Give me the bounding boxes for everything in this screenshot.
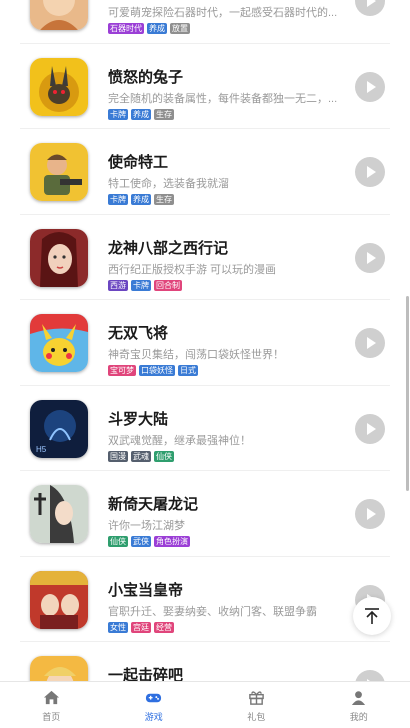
game-tag: 口袋妖怪 [139, 365, 175, 376]
game-tag: 角色扮演 [154, 536, 190, 547]
tab-label: 首页 [42, 712, 61, 722]
game-title: 小宝当皇帝 [108, 581, 184, 599]
gamepad-icon [146, 693, 162, 703]
game-tag: 卡牌 [108, 194, 128, 205]
game-tag: 回合制 [154, 279, 182, 291]
game-tag: 放置 [170, 23, 190, 34]
game-icon-wushuang-feijiang[interactable] [30, 314, 88, 372]
game-description: 官职升迁、娶妻纳妾、收纳门客、联盟争霸 [108, 605, 317, 618]
game-tag: 经营 [154, 621, 174, 633]
svg-text:H5: H5 [36, 445, 47, 454]
game-tags: 宝可梦 口袋妖怪 日式 [108, 365, 198, 376]
user-icon [352, 691, 366, 706]
game-title: 斗罗大陆 [108, 410, 169, 428]
game-description: 双武魂觉醒，继承最强神位！ [108, 434, 251, 447]
game-tag: 武魂 [131, 450, 151, 462]
game-tag: 石器时代 [108, 23, 144, 34]
game-title: 无双飞将 [108, 325, 169, 342]
game-item[interactable]: 愤怒的兔子 完全随机的装备属性，每件装备都独一无二，... 卡牌 养成 生存 [20, 44, 390, 129]
game-icon-angry-rabbit[interactable] [30, 57, 88, 116]
game-description: 特工使命，选装备我就溜 [108, 178, 229, 190]
game-tag: 西游 [108, 279, 128, 291]
game-tag: 养成 [131, 108, 151, 120]
game-icon-dragon-journey[interactable] [30, 228, 88, 287]
game-item[interactable]: 可爱萌宠探险石器时代，一起感受石器时代的... 石器时代 养成 放置 [20, 0, 390, 44]
game-item[interactable]: 无双飞将 神奇宝贝集结，闯荡口袋妖怪世界！ 宝可梦 口袋妖怪 日式 [20, 300, 390, 386]
tab-home[interactable]: 首页 [0, 682, 103, 728]
game-tag: 宝可梦 [108, 365, 136, 376]
play-button[interactable] [355, 242, 385, 273]
game-tag: 武侠 [131, 536, 151, 547]
game-icon-douluo[interactable]: H5 [30, 399, 88, 458]
game-tag: 女性 [108, 621, 128, 633]
game-description: 可爱萌宠探险石器时代，一起感受石器时代的... [108, 7, 338, 19]
gift-icon [248, 691, 264, 705]
game-title: 龙神八部之西行记 [108, 239, 229, 257]
game-item[interactable]: 龙神八部之西行记 西行纪正版授权手游 可以玩的漫画 西游 卡牌 回合制 [20, 215, 390, 300]
game-icon-stone-age[interactable] [30, 0, 88, 30]
game-icon-xiaobao-emperor[interactable] [30, 570, 88, 629]
game-tag: 卡牌 [131, 279, 151, 291]
game-icon-mission-agent[interactable] [30, 143, 88, 201]
tab-label: 游戏 [144, 712, 163, 722]
game-tag: 养成 [147, 23, 167, 34]
game-tag: 日式 [178, 365, 198, 376]
arrow-up-icon [365, 608, 379, 624]
game-description: 西行纪正版授权手游 可以玩的漫画 [108, 263, 277, 276]
game-description: 完全随机的装备属性，每件装备都独一无二，... [108, 92, 338, 105]
tab-label: 我的 [349, 712, 368, 722]
game-tags: 国漫 武魂 仙侠 [108, 450, 174, 462]
tab-label: 礼包 [247, 712, 266, 722]
game-tag: 国漫 [108, 450, 128, 462]
play-button[interactable] [355, 71, 385, 102]
game-item[interactable]: H5 斗罗大陆 双武魂觉醒，继承最强神位！ 国漫 武魂 仙侠 [20, 386, 390, 471]
game-item[interactable]: 小宝当皇帝 官职升迁、娶妻纳妾、收纳门客、联盟争霸 女性 宫廷 经营 [20, 557, 390, 642]
back-to-top-button[interactable] [353, 597, 391, 635]
game-tag: 卡牌 [108, 108, 128, 120]
play-button[interactable] [355, 413, 385, 444]
game-icon-yitian[interactable] [30, 485, 88, 543]
game-title: 愤怒的兔子 [108, 68, 184, 86]
tab-games[interactable]: 游戏 [103, 682, 206, 728]
game-item[interactable]: 使命特工 特工使命，选装备我就溜 卡牌 养成 生存 [20, 129, 390, 215]
tab-profile[interactable]: 我的 [308, 682, 410, 728]
bottom-tab-bar: 首页 游戏 礼包 我的 [0, 681, 410, 728]
game-tags: 卡牌 养成 生存 [108, 194, 174, 205]
game-tags: 石器时代 养成 放置 [108, 23, 190, 34]
play-button[interactable] [355, 157, 385, 187]
game-tag: 宫廷 [131, 621, 151, 633]
game-item[interactable]: 新倚天屠龙记 许你一场江湖梦 仙侠 武侠 角色扮演 [20, 471, 390, 557]
game-tag: 生存 [154, 108, 174, 120]
game-tags: 卡牌 养成 生存 [108, 108, 174, 120]
game-tags: 女性 宫廷 经营 [108, 621, 174, 633]
game-title: 新倚天屠龙记 [108, 496, 199, 513]
game-description: 神奇宝贝集结，闯荡口袋妖怪世界！ [108, 349, 284, 361]
game-tag: 仙侠 [154, 450, 174, 462]
game-description: 许你一场江湖梦 [108, 520, 185, 532]
scrollbar[interactable] [406, 296, 409, 491]
game-tags: 西游 卡牌 回合制 [108, 279, 182, 291]
home-icon [43, 690, 59, 705]
play-button[interactable] [355, 328, 385, 358]
play-button[interactable] [355, 499, 385, 529]
game-list: 可爱萌宠探险石器时代，一起感受石器时代的... 石器时代 养成 放置 愤怒的兔子… [0, 0, 410, 728]
play-button[interactable] [355, 0, 385, 16]
game-tag: 仙侠 [108, 536, 128, 547]
tab-gifts[interactable]: 礼包 [205, 682, 308, 728]
game-title: 使命特工 [108, 154, 169, 171]
game-tag: 生存 [154, 194, 174, 205]
game-tag: 养成 [131, 194, 151, 205]
game-tags: 仙侠 武侠 角色扮演 [108, 536, 190, 547]
